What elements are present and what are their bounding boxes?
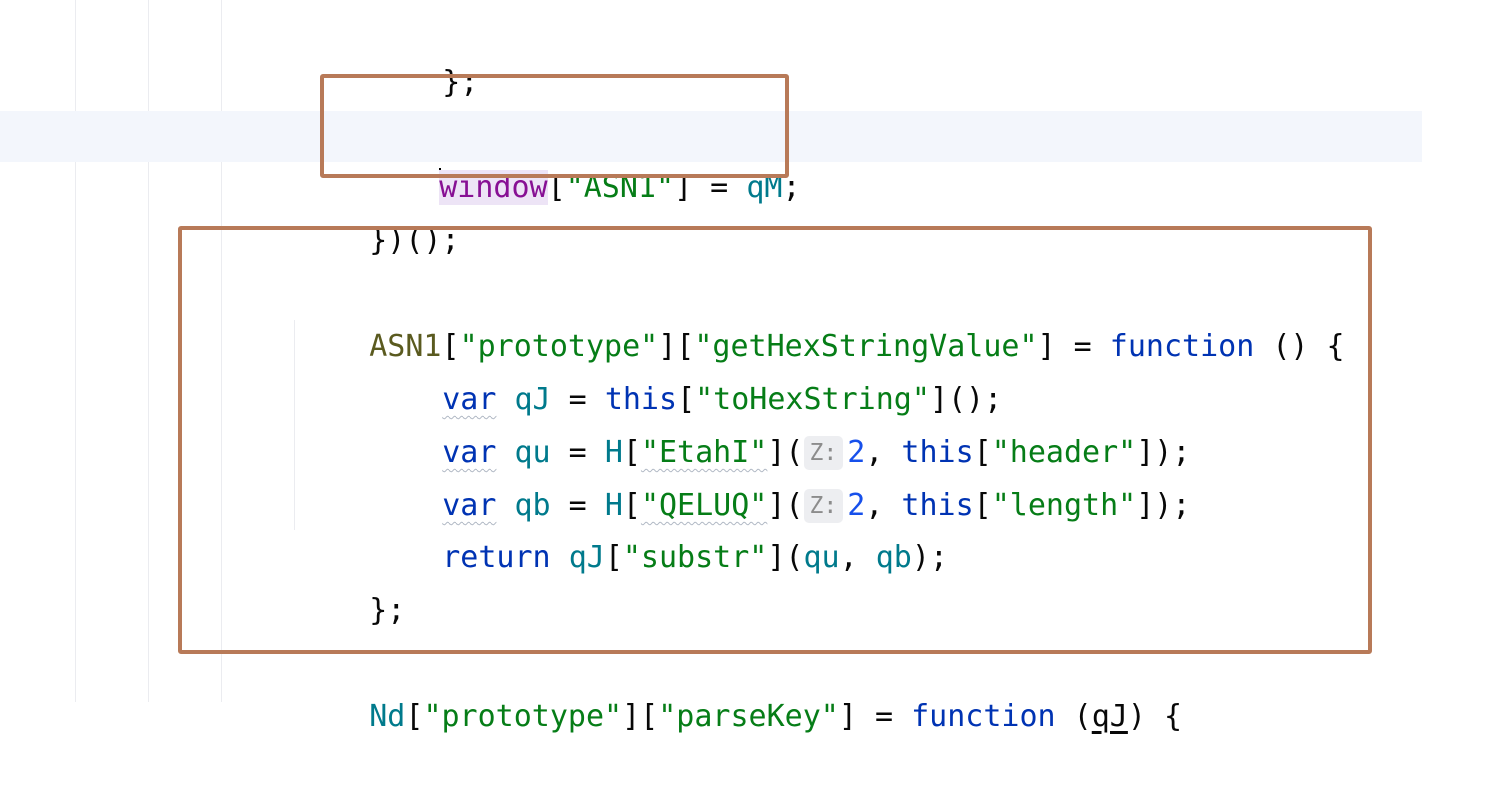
token-parameter: qJ: [1091, 699, 1128, 734]
token: ] =: [838, 699, 912, 734]
token-string: "prototype": [423, 699, 623, 734]
token-string: "parseKey": [658, 699, 839, 734]
indent-guide: [148, 0, 149, 702]
token-keyword: function: [911, 699, 1056, 734]
token: ) {: [1127, 699, 1183, 734]
indent-guide: [75, 0, 76, 702]
token-identifier: Nd: [369, 699, 406, 734]
highlight-box-window-assignment: [320, 74, 789, 178]
token: (: [1055, 699, 1092, 734]
token: [: [405, 699, 424, 734]
code-line: };: [370, 5, 478, 100]
highlight-box-getHexStringValue: [178, 226, 1372, 654]
token: ][: [622, 699, 659, 734]
